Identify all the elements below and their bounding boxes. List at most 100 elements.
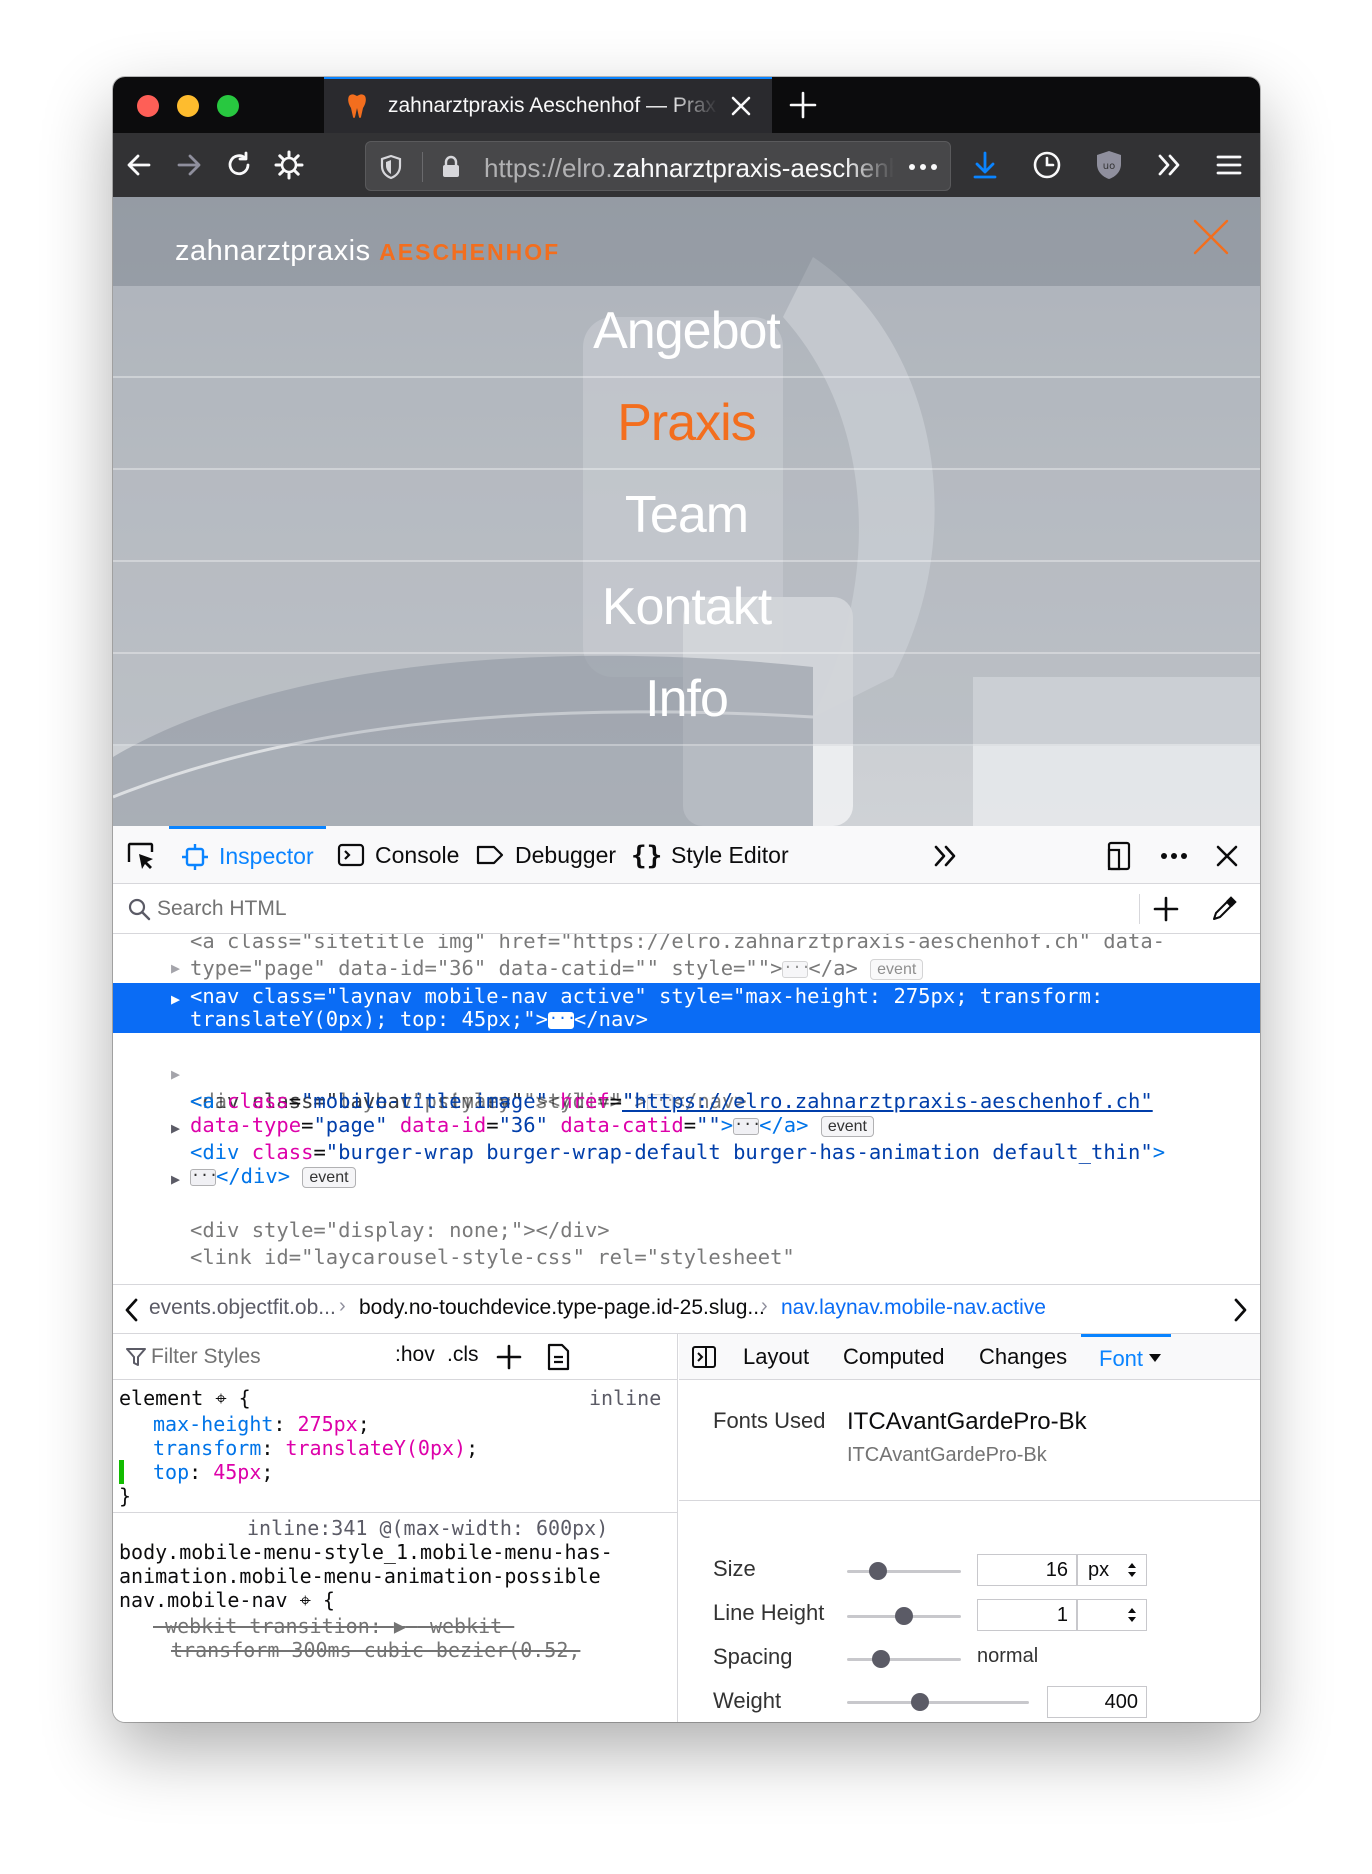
- tab-changes[interactable]: Changes: [979, 1334, 1067, 1380]
- toggle-pane-icon[interactable]: [691, 1345, 717, 1369]
- collapsed-content-icon[interactable]: ···: [190, 1167, 218, 1186]
- overflow-chevrons-icon[interactable]: [1149, 145, 1189, 185]
- markup-node-laynav-primary[interactable]: ▶ <nav class="laynav primary" style="">·…: [113, 1034, 1260, 1113]
- devtools-options-icon[interactable]: [1157, 840, 1191, 872]
- url-bar[interactable]: https://elro.zahnarztpraxis-aeschenhof.c…: [365, 141, 951, 191]
- menu-item-kontakt[interactable]: Kontakt: [113, 562, 1260, 654]
- event-badge[interactable]: event: [870, 958, 924, 980]
- size-slider[interactable]: [847, 1562, 961, 1580]
- history-icon[interactable]: [1027, 145, 1067, 185]
- breadcrumb-item[interactable]: events.objectfit.ob...: [149, 1296, 336, 1320]
- crosshair-icon[interactable]: ⌖: [215, 1386, 226, 1410]
- slider-thumb[interactable]: [868, 1562, 887, 1580]
- eyedropper-icon[interactable]: [1209, 894, 1239, 924]
- decl-prop[interactable]: top: [153, 1460, 189, 1484]
- add-node-icon[interactable]: [1151, 894, 1181, 924]
- chevron-left-icon[interactable]: [121, 1297, 143, 1323]
- menu-item-info[interactable]: Info: [113, 654, 1260, 746]
- slider-thumb[interactable]: [872, 1650, 891, 1668]
- new-tab-icon[interactable]: [785, 87, 821, 123]
- expand-twisty-icon[interactable]: ▶: [171, 986, 180, 1013]
- more-tools-chevrons-icon[interactable]: [931, 842, 961, 870]
- back-icon[interactable]: [119, 145, 159, 185]
- tab-console[interactable]: Console: [337, 826, 459, 884]
- decl-prop[interactable]: max-height: [153, 1412, 273, 1436]
- decl-value[interactable]: 45px: [213, 1460, 261, 1484]
- chevron-down-icon[interactable]: [1147, 1352, 1163, 1364]
- gear-icon[interactable]: [269, 145, 309, 185]
- event-badge[interactable]: event: [820, 1115, 874, 1137]
- menu-item-angebot[interactable]: Angebot: [113, 286, 1260, 378]
- slider-thumb[interactable]: [910, 1693, 929, 1711]
- tab-style-editor[interactable]: {} Style Editor: [631, 826, 789, 884]
- decl-prop[interactable]: transform: [153, 1436, 261, 1460]
- page-actions-icon[interactable]: [906, 154, 940, 180]
- responsive-design-icon[interactable]: [1103, 840, 1135, 872]
- tab-computed[interactable]: Computed: [843, 1334, 945, 1380]
- size-input[interactable]: 16: [977, 1554, 1077, 1586]
- line-height-input[interactable]: 1: [977, 1599, 1077, 1631]
- spacing-slider[interactable]: [847, 1650, 961, 1668]
- crosshair-icon[interactable]: ⌖: [300, 1588, 311, 1612]
- decl-value[interactable]: 275px: [298, 1412, 358, 1436]
- declaration[interactable]: transform: translateY(0px);: [153, 1436, 478, 1460]
- ublock-icon[interactable]: uo: [1089, 145, 1129, 185]
- expand-twisty-icon[interactable]: ▶: [171, 1166, 180, 1193]
- print-media-icon[interactable]: [545, 1343, 571, 1371]
- markup-node-mobile-title[interactable]: ▶ <a class="mobile-title image" href="ht…: [113, 1088, 1260, 1138]
- menu-close-icon[interactable]: [1189, 215, 1233, 259]
- add-rule-icon[interactable]: [495, 1343, 523, 1371]
- tab-active[interactable]: zahnarztpraxis Aeschenhof — Praxis: [324, 77, 772, 133]
- breadcrumb-item-active[interactable]: nav.laynav.mobile-nav.active: [781, 1296, 1046, 1320]
- markup-node-burger-wrap[interactable]: ▶ <div class="burger-wrap burger-wrap-de…: [113, 1139, 1260, 1189]
- collapsed-content-icon[interactable]: ···: [782, 959, 811, 978]
- line-height-slider[interactable]: [847, 1607, 961, 1625]
- shield-icon[interactable]: [378, 154, 404, 180]
- weight-input[interactable]: 400: [1047, 1686, 1147, 1718]
- close-tab-icon[interactable]: [726, 91, 756, 121]
- expand-triangle-icon[interactable]: ▶: [394, 1614, 406, 1638]
- expand-twisty-icon[interactable]: ▶: [171, 1115, 180, 1142]
- hamburger-menu-icon[interactable]: [1209, 145, 1249, 185]
- tab-inspector[interactable]: Inspector: [169, 826, 326, 884]
- tab-debugger[interactable]: Debugger: [475, 826, 616, 884]
- expand-twisty-icon[interactable]: ▶: [171, 955, 180, 982]
- markup-node-hidden-div[interactable]: <div style="display: none;"></div>: [113, 1190, 1260, 1242]
- breadcrumb-item[interactable]: body.no-touchdevice.type-page.id-25.slug…: [359, 1296, 765, 1320]
- close-devtools-icon[interactable]: [1211, 840, 1243, 872]
- media-source-link[interactable]: inline:341 @(max-width: 600px): [247, 1516, 608, 1540]
- search-html-input[interactable]: [157, 895, 757, 923]
- inline-source-label[interactable]: inline: [589, 1386, 661, 1410]
- forward-icon[interactable]: [169, 145, 209, 185]
- menu-item-team[interactable]: Team: [113, 470, 1260, 562]
- download-icon[interactable]: [965, 145, 1005, 185]
- slider-thumb[interactable]: [895, 1607, 913, 1625]
- minimize-window-button[interactable]: [177, 95, 199, 117]
- menu-item-praxis[interactable]: Praxis: [113, 378, 1260, 470]
- filter-styles-input[interactable]: [151, 1344, 381, 1370]
- collapsed-content-icon[interactable]: ···: [547, 1010, 576, 1029]
- overridden-declaration[interactable]: -webkit-transition: ▶ -webkit-: [153, 1614, 514, 1638]
- close-window-button[interactable]: [137, 95, 159, 117]
- tab-layout[interactable]: Layout: [743, 1334, 809, 1380]
- site-logo[interactable]: zahnarztpraxis AESCHENHOF: [175, 235, 560, 268]
- markup-node-selected-nav[interactable]: ▶ <nav class="laynav mobile-nav active" …: [113, 983, 1260, 1033]
- hover-state-button[interactable]: :hov: [395, 1343, 435, 1367]
- markup-node-sitetitle[interactable]: ▶ <a class="sitetitle img" href="https:/…: [113, 934, 1260, 982]
- url-text[interactable]: https://elro.zahnarztpraxis-aeschenhof.c…: [484, 153, 894, 183]
- markup-node-navbar[interactable]: <div class="navbar" style=""></div>: [113, 1061, 1260, 1113]
- declaration[interactable]: top: 45px;: [153, 1460, 273, 1484]
- markup-node-link[interactable]: <link id="laycarousel-style-css" rel="st…: [113, 1217, 1260, 1269]
- declaration[interactable]: max-height: 275px;: [153, 1412, 370, 1436]
- weight-slider[interactable]: [847, 1693, 1029, 1711]
- reload-icon[interactable]: [219, 145, 259, 185]
- class-toggle-button[interactable]: .cls: [447, 1343, 479, 1367]
- collapsed-content-icon[interactable]: ···: [733, 1116, 761, 1135]
- lock-icon[interactable]: [438, 154, 464, 180]
- event-badge[interactable]: event: [302, 1166, 356, 1188]
- markup-link[interactable]: "https://elro.zahnarztpraxis-aeschenhof.…: [622, 1089, 1153, 1113]
- size-unit-select[interactable]: px: [1077, 1554, 1147, 1586]
- decl-value[interactable]: translateY(0px): [285, 1436, 466, 1460]
- element-picker-icon[interactable]: [125, 840, 157, 872]
- chevron-right-icon[interactable]: [1229, 1297, 1251, 1323]
